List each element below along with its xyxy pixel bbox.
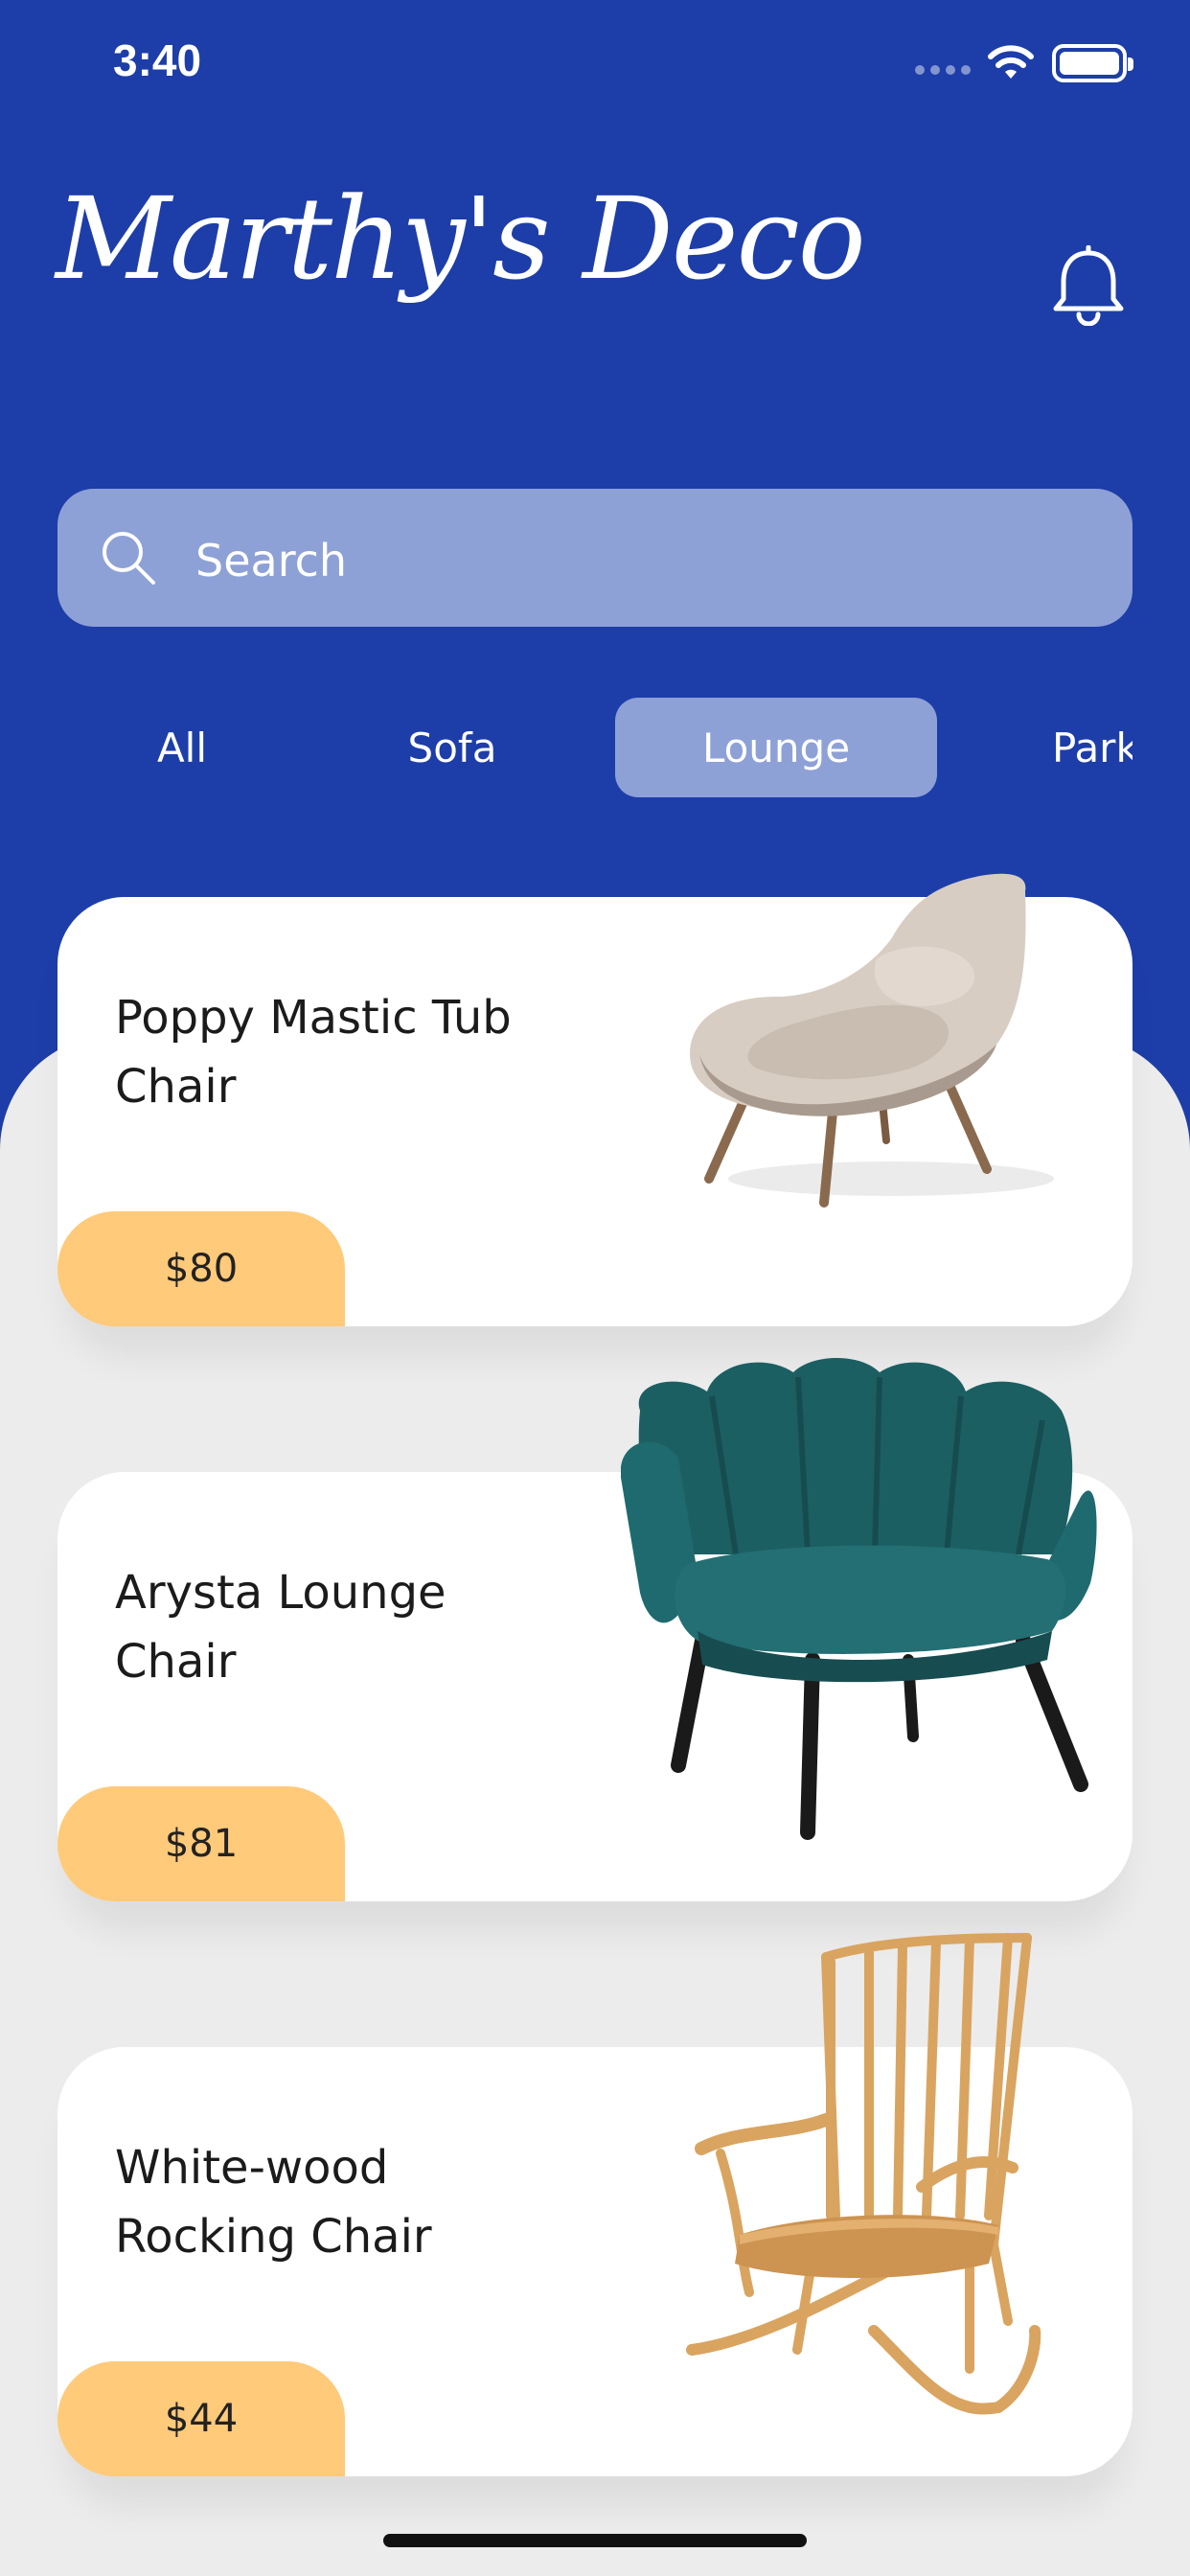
- product-title: Poppy Mastic Tub Chair: [115, 991, 512, 1114]
- category-tabs: All Sofa Lounge Park: [0, 698, 1133, 797]
- battery-icon: [1052, 44, 1133, 82]
- price-badge: $81: [57, 1786, 345, 1901]
- price-badge: $80: [57, 1211, 345, 1326]
- search-input[interactable]: Search: [57, 489, 1133, 627]
- product-title: Arysta Lounge Chair: [115, 1566, 446, 1689]
- price-badge: $44: [57, 2361, 345, 2476]
- tab-all[interactable]: All: [115, 698, 249, 797]
- wifi-icon: [988, 45, 1034, 79]
- tab-lounge[interactable]: Lounge: [615, 698, 937, 797]
- bell-icon[interactable]: [1050, 245, 1127, 326]
- status-time: 3:40: [113, 35, 202, 85]
- beige-tub-armchair-image: [690, 873, 1054, 1208]
- status-bar: 3:40: [0, 0, 1190, 134]
- wooden-rocking-chair-image: [686, 1933, 1041, 2415]
- search-placeholder: Search: [195, 535, 348, 586]
- tab-sofa[interactable]: Sofa: [383, 698, 521, 797]
- app-logo: Marthy's Deco: [56, 172, 866, 305]
- search-icon: [103, 532, 155, 585]
- tab-park[interactable]: Park: [1035, 698, 1133, 797]
- teal-velvet-shell-chair-image: [621, 1358, 1097, 1840]
- home-indicator[interactable]: [383, 2534, 807, 2547]
- product-title: White-wood Rocking Chair: [115, 2141, 432, 2264]
- signal-icon: [915, 65, 971, 75]
